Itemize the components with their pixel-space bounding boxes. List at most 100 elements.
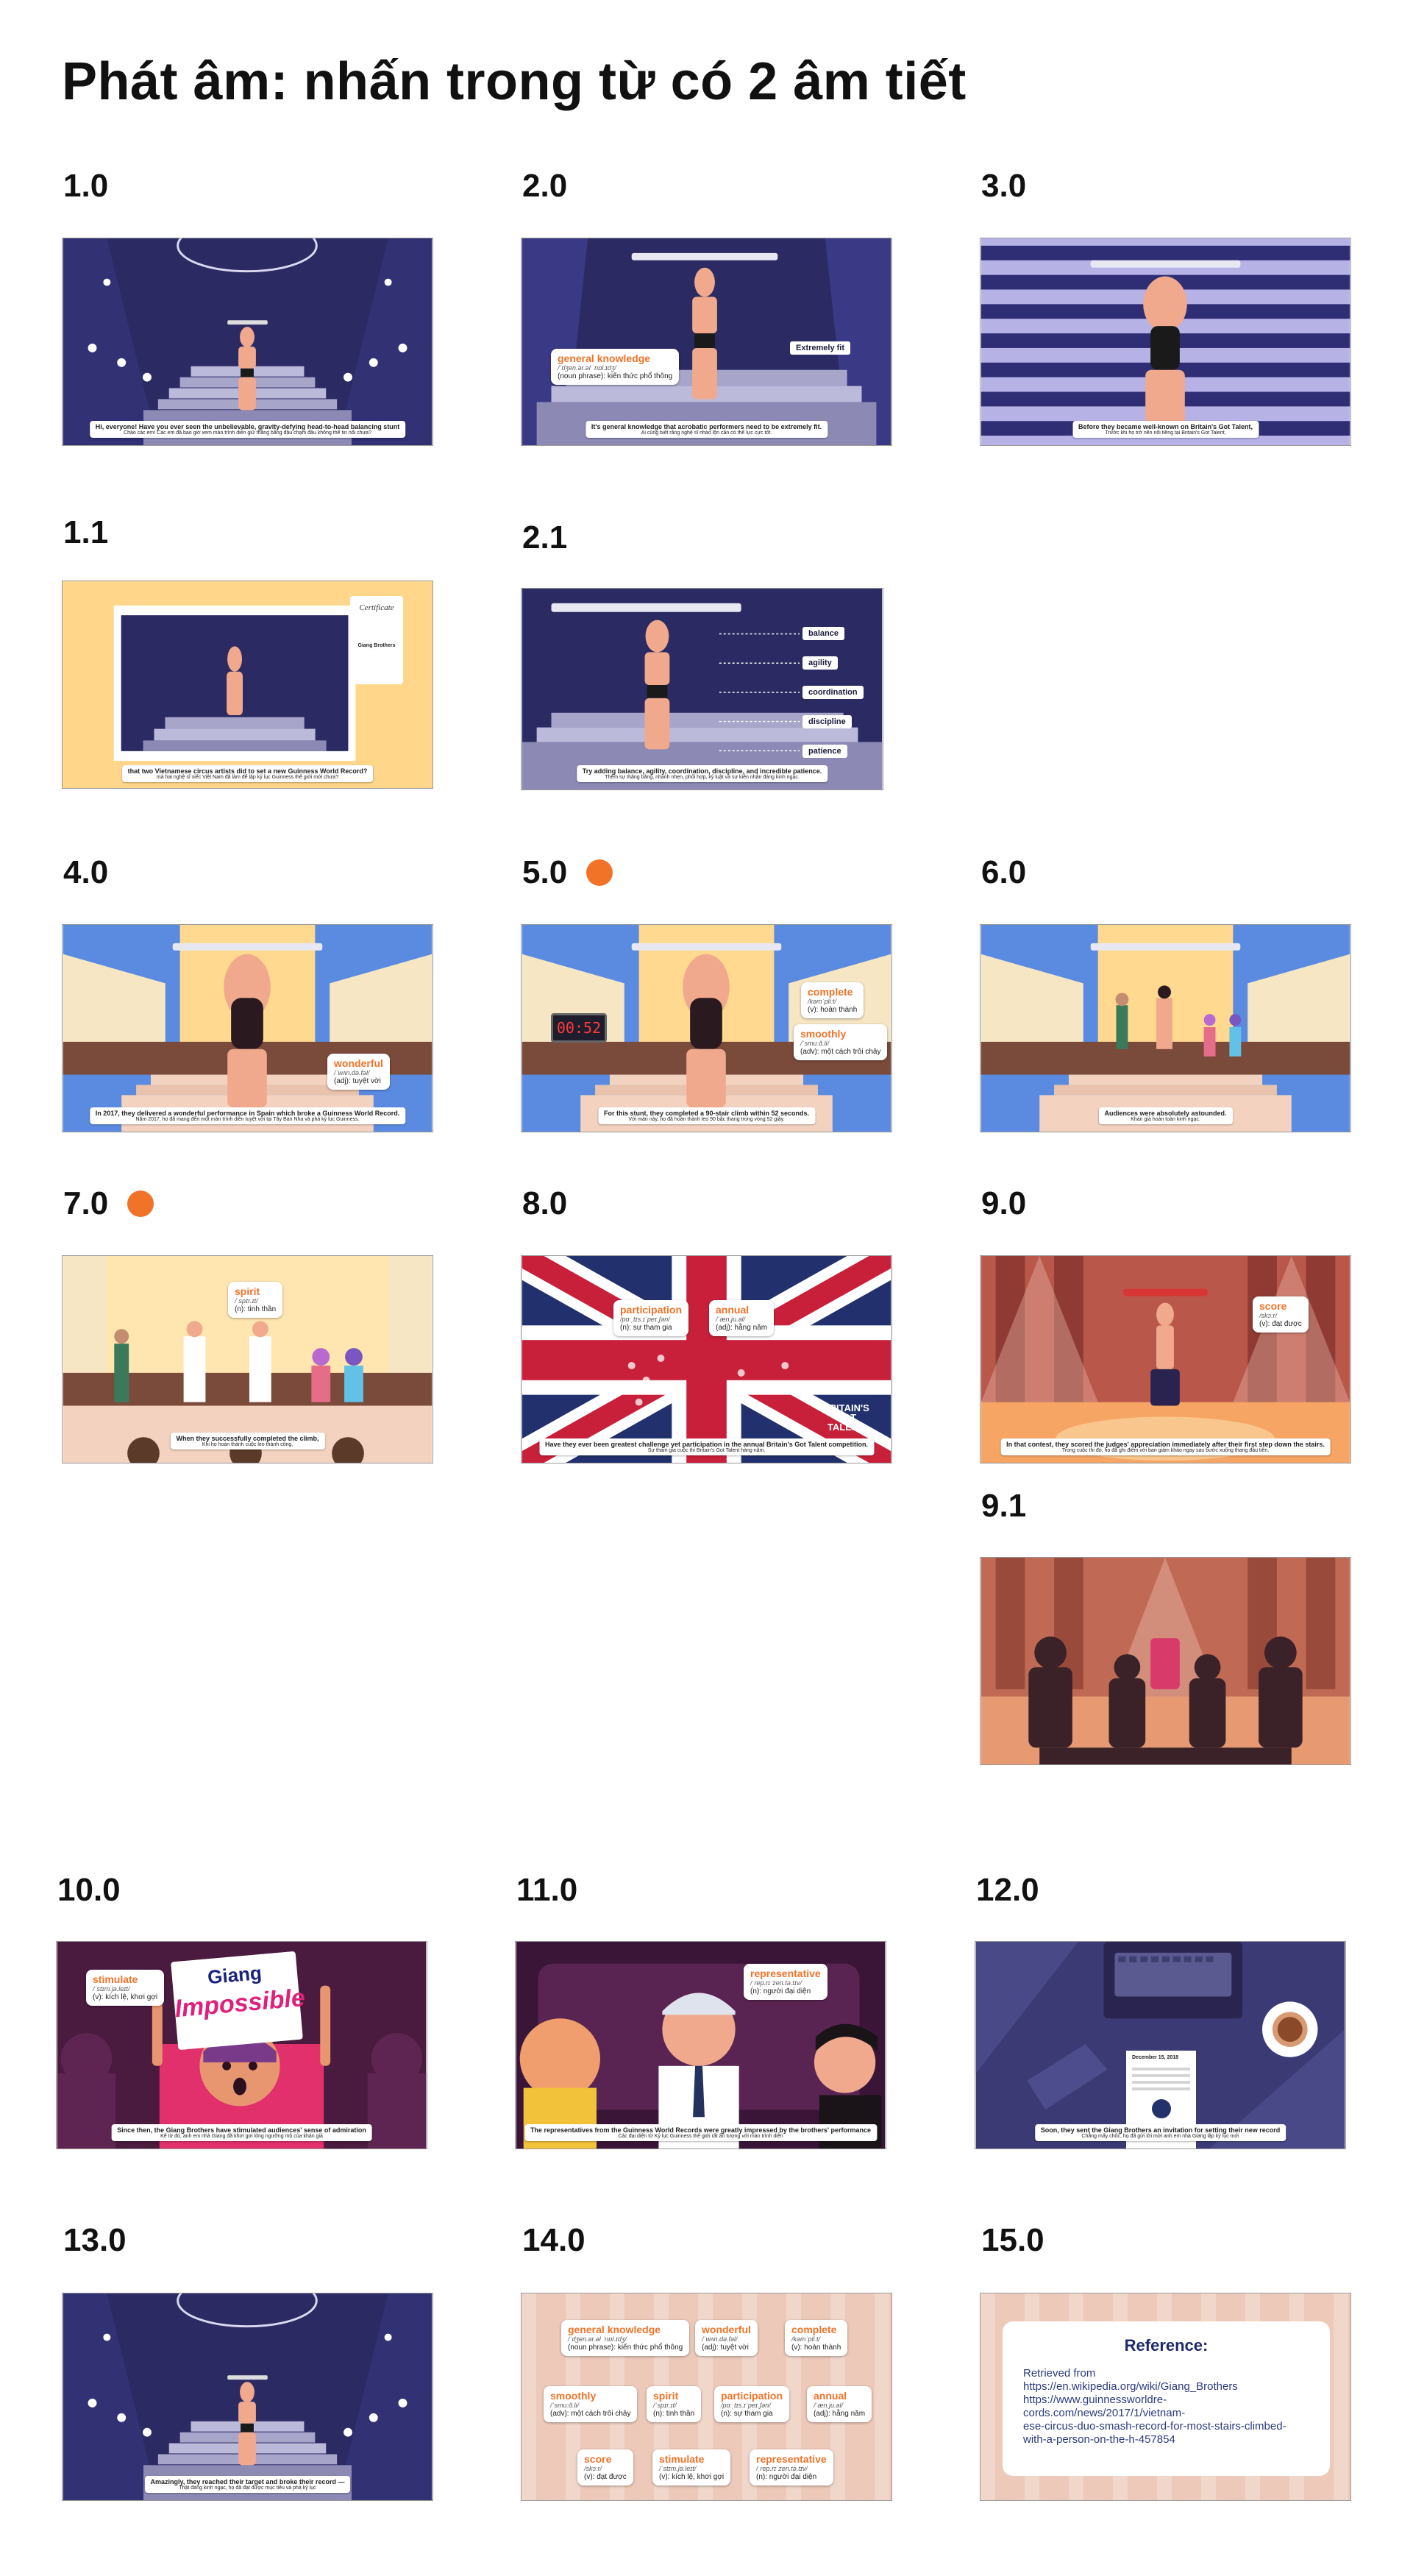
frame-2-0[interactable]: general knowledge/ˈdʒen.ər.əl ˈnɒl.ɪdʒ/(…	[521, 238, 892, 446]
summary-card-score: score/skɔːr/(v): đạt được	[577, 2449, 633, 2485]
caption-2-1: Try adding balance, agility, coordinatio…	[576, 765, 828, 782]
scene-audience-astounded	[980, 925, 1350, 1132]
frame-label-2-1: 2.1	[522, 519, 568, 556]
frame-label-5-0: 5.0	[522, 854, 613, 891]
frame-13-0[interactable]: Amazingly, they reached their target and…	[62, 2293, 433, 2501]
reference-link[interactable]: with-a-person-on-the-h-457854	[1023, 2433, 1309, 2447]
caption-8-0: Have they ever been greatest challenge y…	[538, 1438, 875, 1455]
frame-label-4-0: 4.0	[63, 854, 109, 890]
frame-8-0[interactable]: BRITAIN'S GOT TALENT participation/pɑːˌt…	[521, 1255, 892, 1463]
frame-label-9-0: 9.0	[981, 1185, 1027, 1221]
frame-label-7-0: 7.0	[63, 1185, 154, 1222]
scene-contest-stage	[980, 1256, 1350, 1463]
summary-card-spirit: spirit/ˈspɪr.ɪt/(n): tinh thần	[647, 2386, 702, 2422]
summary-card-general-knowledge: general knowledge/ˈdʒen.ər.əl ˈnɒl.ɪdʒ/(…	[561, 2320, 690, 2356]
reference-card: Reference: Retrieved from https://en.wik…	[1003, 2321, 1330, 2476]
reference-link[interactable]: cords.com/news/2017/1/vietnam-	[1023, 2407, 1309, 2420]
tag-extremely-fit: Extremely fit	[790, 341, 851, 355]
page-title: Phát âm: nhấn trong từ có 2 âm tiết	[62, 52, 967, 111]
vocab-card-wonderful: wonderful/ˈwʌn.də.fəl/(adj): tuyệt vời	[327, 1054, 390, 1090]
caption-11-0: The representatives from the Guinness Wo…	[524, 2124, 878, 2141]
caption-12-0: Soon, they sent the Giang Brothers an in…	[1034, 2124, 1286, 2141]
frame-14-0[interactable]: general knowledge/ˈdʒen.ər.əl ˈnɒl.ɪdʒ/(…	[521, 2293, 892, 2501]
frame-2-1[interactable]: balance agility coordination discipline …	[521, 588, 883, 790]
frame-1-1[interactable]: Certificate Giang Brothers that two Vietn…	[62, 581, 433, 789]
summary-card-annual: annual/ˈæn.ju.əl/(adj): hằng năm	[807, 2386, 872, 2422]
scene-striped-background	[980, 238, 1350, 445]
frame-label-6-0: 6.0	[981, 854, 1027, 890]
caption-2-0: It's general knowledge that acrobatic pe…	[585, 421, 828, 438]
scene-representatives	[516, 1942, 886, 2149]
vocab-card-complete: complete/kəmˈpliːt/(v): hoàn thành	[801, 982, 864, 1018]
frame-label-14-0: 14.0	[522, 2222, 586, 2258]
reference-link[interactable]: https://en.wikipedia.org/wiki/Giang_Brot…	[1023, 2380, 1309, 2394]
frame-5-0[interactable]: 00:52 complete/kəmˈpliːt/(v): hoàn thành…	[521, 924, 892, 1132]
frame-label-12-0: 12.0	[976, 1872, 1039, 1908]
summary-card-stimulate: stimulate/ˈstɪm.jə.leɪt/(v): kích lệ, kh…	[652, 2449, 731, 2485]
vocab-card-annual: annual/ˈæn.ju.əl/(adj): hằng năm	[709, 1300, 775, 1336]
caption-4-0: In 2017, they delivered a wonderful perf…	[89, 1107, 406, 1124]
summary-card-complete: complete/kəmˈpliːt/(v): hoàn thành	[785, 2320, 848, 2356]
frame-label-3-0: 3.0	[981, 168, 1027, 204]
vocab-card-participation: participation/pɑːˌtɪs.ɪˈpeɪ.ʃən/(n): sự …	[613, 1300, 689, 1336]
summary-card-representative: representative/ˌrep.rɪˈzen.tə.tɪv/(n): n…	[750, 2449, 833, 2485]
scene-judges-silhouette	[980, 1558, 1350, 1764]
summary-card-wonderful: wonderful/ˈwʌn.də.fəl/(adj): tuyệt vời	[695, 2320, 758, 2356]
caption-5-0: For this stunt, they completed a 90-stai…	[597, 1107, 816, 1124]
frame-6-0[interactable]: Audiences were absolutely astounded. Khán…	[980, 924, 1351, 1132]
frame-12-0[interactable]: December 15, 2018 Soon, they sent the Gi…	[975, 1941, 1346, 2149]
frame-9-0[interactable]: score/skɔːr/(v): đạt được In that contes…	[980, 1255, 1351, 1463]
frame-label-8-0: 8.0	[522, 1185, 568, 1221]
frame-label-9-1: 9.1	[981, 1488, 1027, 1524]
reference-link[interactable]: https://www.guinnessworldre-	[1023, 2394, 1309, 2407]
frame-1-0[interactable]: Hi, everyone! Have you ever seen the unb…	[62, 238, 433, 446]
countdown-timer: 00:52	[551, 1013, 607, 1043]
frame-3-0[interactable]: Before they became well-known on Britain…	[980, 238, 1351, 446]
summary-card-participation: participation/pɑːˌtɪs.ɪˈpeɪ.ʃən/(n): sự …	[714, 2386, 790, 2422]
skill-tag: patience	[802, 745, 847, 758]
frame-label-10-0: 10.0	[57, 1872, 121, 1908]
reference-link[interactable]: ese-circus-duo-smash-record-for-most-sta…	[1023, 2420, 1309, 2433]
frame-label-11-0: 11.0	[516, 1872, 578, 1908]
impossible-sign: Giang Impossible	[171, 1951, 306, 2051]
skill-tag: agility	[802, 656, 838, 670]
vocab-card-spirit: spirit/ˈspɪr.ɪt/(n): tinh thần	[228, 1282, 283, 1318]
frame-9-1[interactable]	[980, 1557, 1351, 1765]
vocab-card-score: score/skɔːr/(v): đạt được	[1253, 1296, 1309, 1333]
caption-9-0: In that contest, they scored the judges'…	[1000, 1438, 1331, 1455]
scene-spain-building	[63, 925, 433, 1132]
frame-4-0[interactable]: wonderful/ˈwʌn.də.fəl/(adj): tuyệt vời I…	[62, 924, 433, 1132]
reference-title: Reference:	[1124, 2336, 1209, 2355]
frame-label-1-0: 1.0	[63, 168, 109, 204]
caption-3-0: Before they became well-known on Britain…	[1072, 421, 1259, 438]
frame-label-13-0: 13.0	[63, 2222, 127, 2258]
frame-15-0[interactable]: Reference: Retrieved from https://en.wik…	[980, 2293, 1351, 2501]
scene-record-broken	[63, 2293, 433, 2500]
frame-10-0[interactable]: Giang Impossible stimulate/ˈstɪm.jə.leɪt/…	[56, 1941, 427, 2149]
skill-tag: discipline	[802, 715, 852, 728]
frame-7-0[interactable]: spirit/ˈspɪr.ɪt/(n): tinh thần When they…	[62, 1255, 433, 1463]
frame-11-0[interactable]: representative/ˌrep.rɪˈzen.tə.tɪv/(n): n…	[515, 1941, 886, 2149]
caption-1-1: that two Vietnamese circus artists did t…	[121, 765, 374, 782]
vocab-card-stimulate: stimulate/ˈstɪm.jə.leɪt/(v): kích lệ, kh…	[86, 1970, 165, 2006]
skill-tag: coordination	[802, 686, 864, 699]
caption-1-0: Hi, everyone! Have you ever seen the unb…	[89, 421, 406, 438]
frame-label-2-0: 2.0	[522, 168, 568, 204]
vocab-card-smoothly: smoothly/ˈsmuːð.li/(adv): một cách trôi …	[794, 1024, 888, 1060]
marker-dot	[586, 859, 613, 886]
caption-6-0: Audiences were absolutely astounded. Khán…	[1098, 1107, 1233, 1124]
marker-dot	[127, 1191, 154, 1217]
frame-label-1-1: 1.1	[63, 514, 109, 550]
summary-card-smoothly: smoothly/ˈsmuːð.li/(adv): một cách trôi …	[544, 2386, 638, 2422]
certificate: Certificate Giang Brothers	[350, 596, 403, 684]
vocab-card-general-knowledge: general knowledge/ˈdʒen.ər.əl ˈnɒl.ɪdʒ/(…	[551, 349, 680, 385]
caption-7-0: When they successfully completed the cli…	[170, 1433, 325, 1450]
caption-13-0: Amazingly, they reached their target and…	[144, 2476, 351, 2493]
caption-10-0: Since then, the Giang Brothers have stim…	[111, 2124, 372, 2141]
britains-got-talent-logo: BRITAIN'S GOT TALENT	[822, 1402, 869, 1433]
skill-tag: balance	[802, 627, 844, 640]
frame-label-15-0: 15.0	[981, 2222, 1044, 2258]
vocab-card-representative: representative/ˌrep.rɪˈzen.tə.tɪv/(n): n…	[744, 1964, 827, 2000]
scene-stage-night	[63, 238, 433, 445]
reference-line: Retrieved from	[1023, 2367, 1096, 2380]
